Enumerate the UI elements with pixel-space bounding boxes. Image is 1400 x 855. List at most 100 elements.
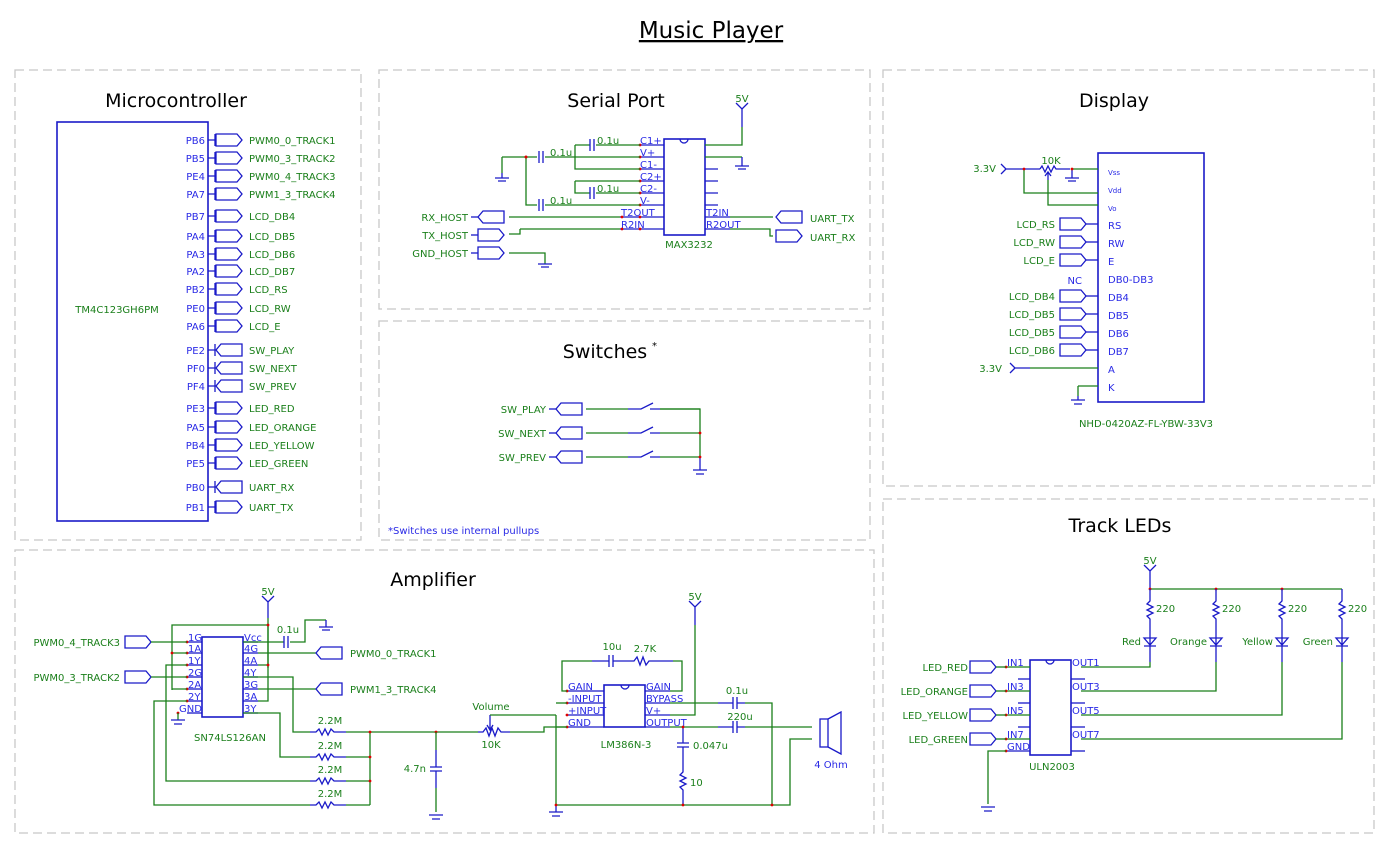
port-sw-prev — [555, 450, 583, 464]
lcd-pin-label: DB6 — [1108, 329, 1129, 340]
amp-in-port-label: PWM0_4_TRACK3 — [34, 638, 121, 649]
serial-port-circuit: MAX3232 5V C1+V+C1-C2+C2-V-T2OUTR2IN T2I… — [412, 94, 855, 268]
led-color-label: Green — [1303, 637, 1333, 648]
output-cap-label: 220u — [727, 712, 752, 723]
speaker-label: 4 Ohm — [814, 760, 848, 771]
lcd-port-label: LCD_E — [1023, 256, 1055, 267]
port-amp-pwm0-4-track3 — [124, 635, 152, 649]
port-lcd-input — [1059, 289, 1087, 303]
host-port-label: GND_HOST — [412, 249, 469, 260]
zobel-res-label: 10 — [690, 778, 703, 789]
max3232-pin-label: T2OUT — [620, 208, 656, 219]
mcu-pin-pb2: PB2 — [186, 285, 205, 296]
led-port-label: LED_YELLOW — [902, 711, 968, 722]
amp-in-port-label: PWM0_3_TRACK2 — [34, 673, 121, 684]
led-port-label: LED_GREEN — [909, 735, 968, 746]
lcd-pin-label: E — [1108, 257, 1114, 268]
buffer-part-label: SN74LS126AN — [194, 733, 266, 744]
max3232-chip — [663, 138, 706, 236]
mcu-pin-pe4: PE4 — [186, 172, 205, 183]
lcd-nc-label: NC — [1068, 276, 1082, 287]
net-label: LED_RED — [249, 404, 295, 415]
port-led-yellow — [215, 438, 243, 452]
port-lcd-input — [1059, 343, 1087, 357]
port-uart-rx — [215, 480, 243, 494]
switches-footnote: *Switches use internal pullups — [388, 526, 539, 537]
lcd-pin-label: A — [1108, 365, 1115, 376]
port-rx-host — [477, 210, 505, 224]
cap-c3: 0.1u — [597, 184, 619, 195]
mcu-pin-pb5: PB5 — [186, 154, 205, 165]
resistor-icon — [1337, 589, 1347, 636]
net-label: PWM0_0_TRACK1 — [249, 136, 336, 147]
net-label: LCD_DB5 — [249, 232, 295, 243]
lm386-label: LM386N-3 — [601, 740, 652, 751]
uln2003-pin-label: OUT7 — [1072, 730, 1100, 741]
mcu-pin-pe0: PE0 — [186, 304, 205, 315]
mix-resistor-label: 2.2M — [318, 716, 343, 727]
switches-asterisk: * — [652, 341, 657, 352]
switch-port-label: SW_PLAY — [501, 405, 547, 416]
mcu-pin-stub — [208, 439, 216, 451]
lcd-pin-label: DB4 — [1108, 293, 1129, 304]
max3232-pin-label: C1- — [640, 160, 657, 171]
lcd-backlight-supply: 3.3V — [979, 364, 1002, 375]
sn74ls126-chip — [201, 636, 244, 718]
mcu-pin-stub — [208, 380, 216, 392]
port-gnd-host — [477, 246, 505, 260]
port-led-red — [969, 660, 997, 674]
mix-resistor-label: 2.2M — [318, 741, 343, 752]
uart-port-label: UART_TX — [810, 214, 855, 225]
port-sw-prev — [215, 379, 243, 393]
display-circuit: NHD-0420AZ-FL-YBW-33V3 Vss Vdd Vo RS RW E DB0-… — [973, 152, 1213, 430]
mcu-part-label: TM4C123GH6PM — [74, 305, 158, 316]
net-label: LCD_DB6 — [249, 250, 295, 261]
mcu-pin-stub — [208, 421, 216, 433]
mcu-pin-pa3: PA3 — [186, 250, 205, 261]
volume-label: Volume — [472, 702, 509, 713]
mcu-pin-pe3: PE3 — [186, 404, 205, 415]
switch-port-label: SW_PREV — [499, 453, 547, 464]
lcd-port-label: LCD_DB5 — [1009, 328, 1055, 339]
port-lcd-input — [1059, 235, 1087, 249]
amplifier-circuit: 5V SN74LS126AN 1G1A1Y2G2A2YGNDVcc4G4A4Y3… — [34, 587, 848, 820]
max3232-pin-label: C2+ — [640, 172, 662, 183]
mcu-pin-stub — [208, 283, 216, 295]
switch-port-label: SW_NEXT — [498, 429, 547, 440]
lcd-pin-label: RS — [1108, 221, 1121, 232]
lcd-port-label: LCD_RS — [1016, 220, 1055, 231]
resistor-icon — [1145, 589, 1155, 636]
led-resistor-label: 220 — [1156, 604, 1175, 615]
mcu-pin-pb6: PB6 — [186, 136, 205, 147]
net-label: PWM0_3_TRACK2 — [249, 154, 336, 165]
mcu-pin-stub — [208, 344, 216, 356]
net-label: PWM0_4_TRACK3 — [249, 172, 336, 183]
schematic-canvas: Music Player Microcontroller Serial Port… — [14, 18, 1375, 834]
cap-c4: 0.1u — [550, 196, 572, 207]
lm386-chip — [603, 684, 646, 728]
port-serial-uart-tx — [775, 210, 803, 224]
mcu-pin-stub — [208, 320, 216, 332]
mcu-pin-pa4: PA4 — [186, 232, 205, 243]
uln2003-pin-label: OUT3 — [1072, 682, 1100, 693]
mcu-pin-pe5: PE5 — [186, 459, 205, 470]
port-lcd-db5 — [215, 229, 243, 243]
net-label: UART_TX — [249, 503, 294, 514]
amp-out-port-label: PWM1_3_TRACK4 — [350, 685, 437, 696]
lcd-port-label: LCD_DB6 — [1009, 346, 1055, 357]
port-sw-play — [555, 402, 583, 416]
cap-c1: 0.1u — [597, 136, 619, 147]
led-port-label: LED_ORANGE — [901, 687, 968, 698]
net-label: LCD_RS — [249, 285, 288, 296]
port-lcd-rw — [215, 301, 243, 315]
net-label: SW_NEXT — [249, 364, 298, 375]
max3232-pin-label: V+ — [640, 148, 655, 159]
speaker-icon — [819, 718, 829, 748]
filter-cap-label: 4.7n — [404, 764, 426, 775]
resistor-icon — [1277, 589, 1287, 636]
port-lcd-rs — [215, 282, 243, 296]
page-title: Music Player — [639, 18, 784, 44]
section-title-switches: Switches — [563, 341, 647, 363]
mcu-pin-pb0: PB0 — [186, 483, 205, 494]
led-resistor-label: 220 — [1222, 604, 1241, 615]
